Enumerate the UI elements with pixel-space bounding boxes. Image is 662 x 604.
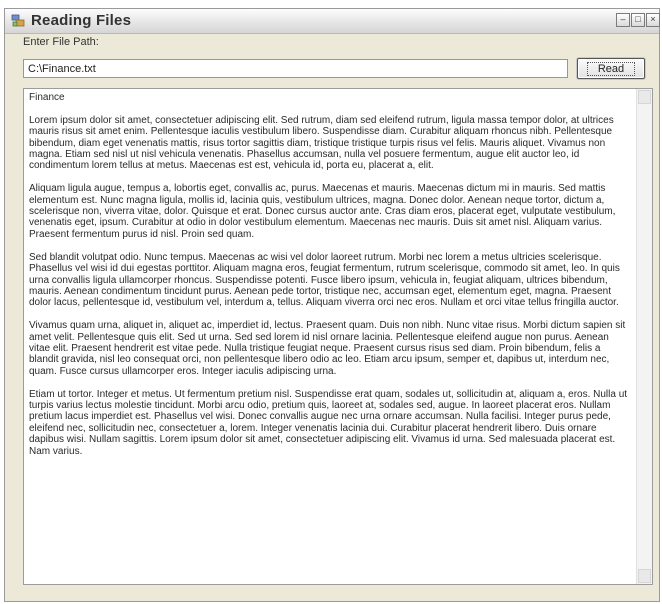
file-path-label: Enter File Path:	[23, 36, 99, 48]
scroll-up-arrow-icon[interactable]	[638, 90, 651, 104]
app-icon	[11, 14, 25, 27]
file-content-text: Finance Lorem ipsum dolor sit amet, cons…	[29, 92, 628, 457]
maximize-button[interactable]: □	[631, 13, 645, 27]
title-bar[interactable]: Reading Files – □ ×	[5, 9, 660, 34]
file-content-textbox[interactable]: Finance Lorem ipsum dolor sit amet, cons…	[23, 88, 653, 585]
vertical-scrollbar[interactable]	[636, 89, 652, 584]
minimize-button[interactable]: –	[616, 13, 630, 27]
close-button[interactable]: ×	[646, 13, 660, 27]
window-title: Reading Files	[31, 12, 132, 29]
read-button[interactable]: Read	[577, 58, 645, 79]
scroll-down-arrow-icon[interactable]	[638, 569, 651, 583]
file-path-input[interactable]	[23, 59, 568, 78]
read-button-label: Read	[586, 61, 636, 76]
